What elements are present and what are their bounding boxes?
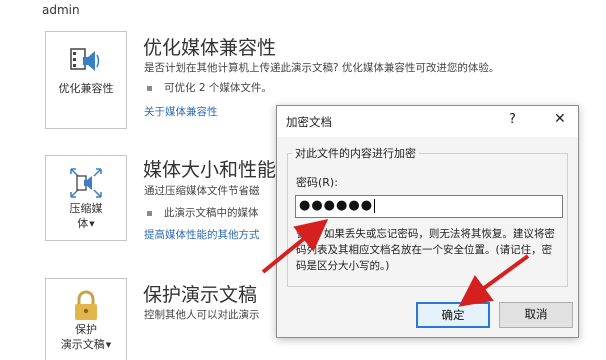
help-icon[interactable]: ?	[509, 112, 516, 127]
optimize-compat-label: 优化兼容性	[58, 82, 114, 95]
password-label: 密码(R):	[296, 176, 338, 189]
encrypt-groupbox: 对此文件的内容进行加密 密码(R): ●●●●●● 警告: 如果丢失或忘记密码，…	[287, 145, 568, 287]
section-title-protect: 保护演示文稿	[143, 284, 258, 306]
chevron-down-icon: ▼	[89, 220, 95, 228]
dialog-title: 加密文档	[286, 115, 332, 129]
protect-presentation-button[interactable]: 保护 演示文稿▼	[45, 278, 127, 360]
user-name: admin	[42, 3, 80, 17]
compress-media-label-2: 体▼	[77, 217, 94, 231]
ok-button[interactable]: 确定	[416, 302, 490, 328]
bullet-compat-text: 可优化 2 个媒体文件。	[164, 82, 272, 94]
protect-label-2: 演示文稿▼	[61, 338, 111, 352]
section-desc-media-size: 通过压缩媒体文件节省磁	[144, 185, 260, 197]
dialog-titlebar: 加密文档 ? ✕	[277, 106, 578, 137]
media-compat-icon	[69, 44, 103, 78]
compress-media-icon	[69, 166, 103, 200]
bullet-compat: 可优化 2 个媒体文件。	[147, 80, 272, 95]
optimize-compat-button[interactable]: 优化兼容性	[45, 31, 127, 129]
warning-text: 警告: 如果丢失或忘记密码，则无法将其恢复。建议将密码列表及其相应文档名放在一个…	[296, 228, 555, 272]
section-title-compat: 优化媒体兼容性	[143, 37, 277, 59]
bullet-square-icon	[147, 210, 152, 216]
password-value: ●●●●●●	[299, 198, 374, 213]
section-desc-protect: 控制其他人可以对此演示	[144, 309, 260, 321]
link-about-compat[interactable]: 关于媒体兼容性	[144, 104, 218, 119]
compress-media-label-2-text: 体	[77, 217, 89, 230]
encrypt-document-dialog: 加密文档 ? ✕ 对此文件的内容进行加密 密码(R): ●●●●●● 警告: 如…	[276, 105, 579, 338]
protect-label: 保护	[75, 323, 97, 336]
close-icon[interactable]: ✕	[554, 111, 566, 127]
link-media-performance[interactable]: 提高媒体性能的其他方式	[144, 227, 260, 242]
section-title-media-size: 媒体大小和性能	[143, 159, 277, 181]
text-cursor	[374, 198, 376, 213]
cancel-button[interactable]: 取消	[499, 302, 573, 328]
bullet-media-size-text: 此演示文稿中的媒体	[164, 207, 259, 219]
lock-icon	[71, 289, 101, 323]
password-input[interactable]: ●●●●●●	[295, 195, 563, 218]
compress-media-label: 压缩媒	[69, 202, 103, 215]
chevron-down-icon: ▼	[105, 341, 112, 349]
section-desc-compat: 是否计划在其他计算机上传递此演示文稿? 优化媒体兼容性可改进您的体验。	[144, 62, 500, 74]
bullet-square-icon	[147, 85, 152, 91]
protect-label-2-text: 演示文稿	[60, 338, 105, 351]
bullet-media-size: 此演示文稿中的媒体	[147, 205, 259, 220]
group-label: 对此文件的内容进行加密	[292, 145, 419, 161]
compress-media-button[interactable]: 压缩媒 体▼	[45, 155, 127, 241]
